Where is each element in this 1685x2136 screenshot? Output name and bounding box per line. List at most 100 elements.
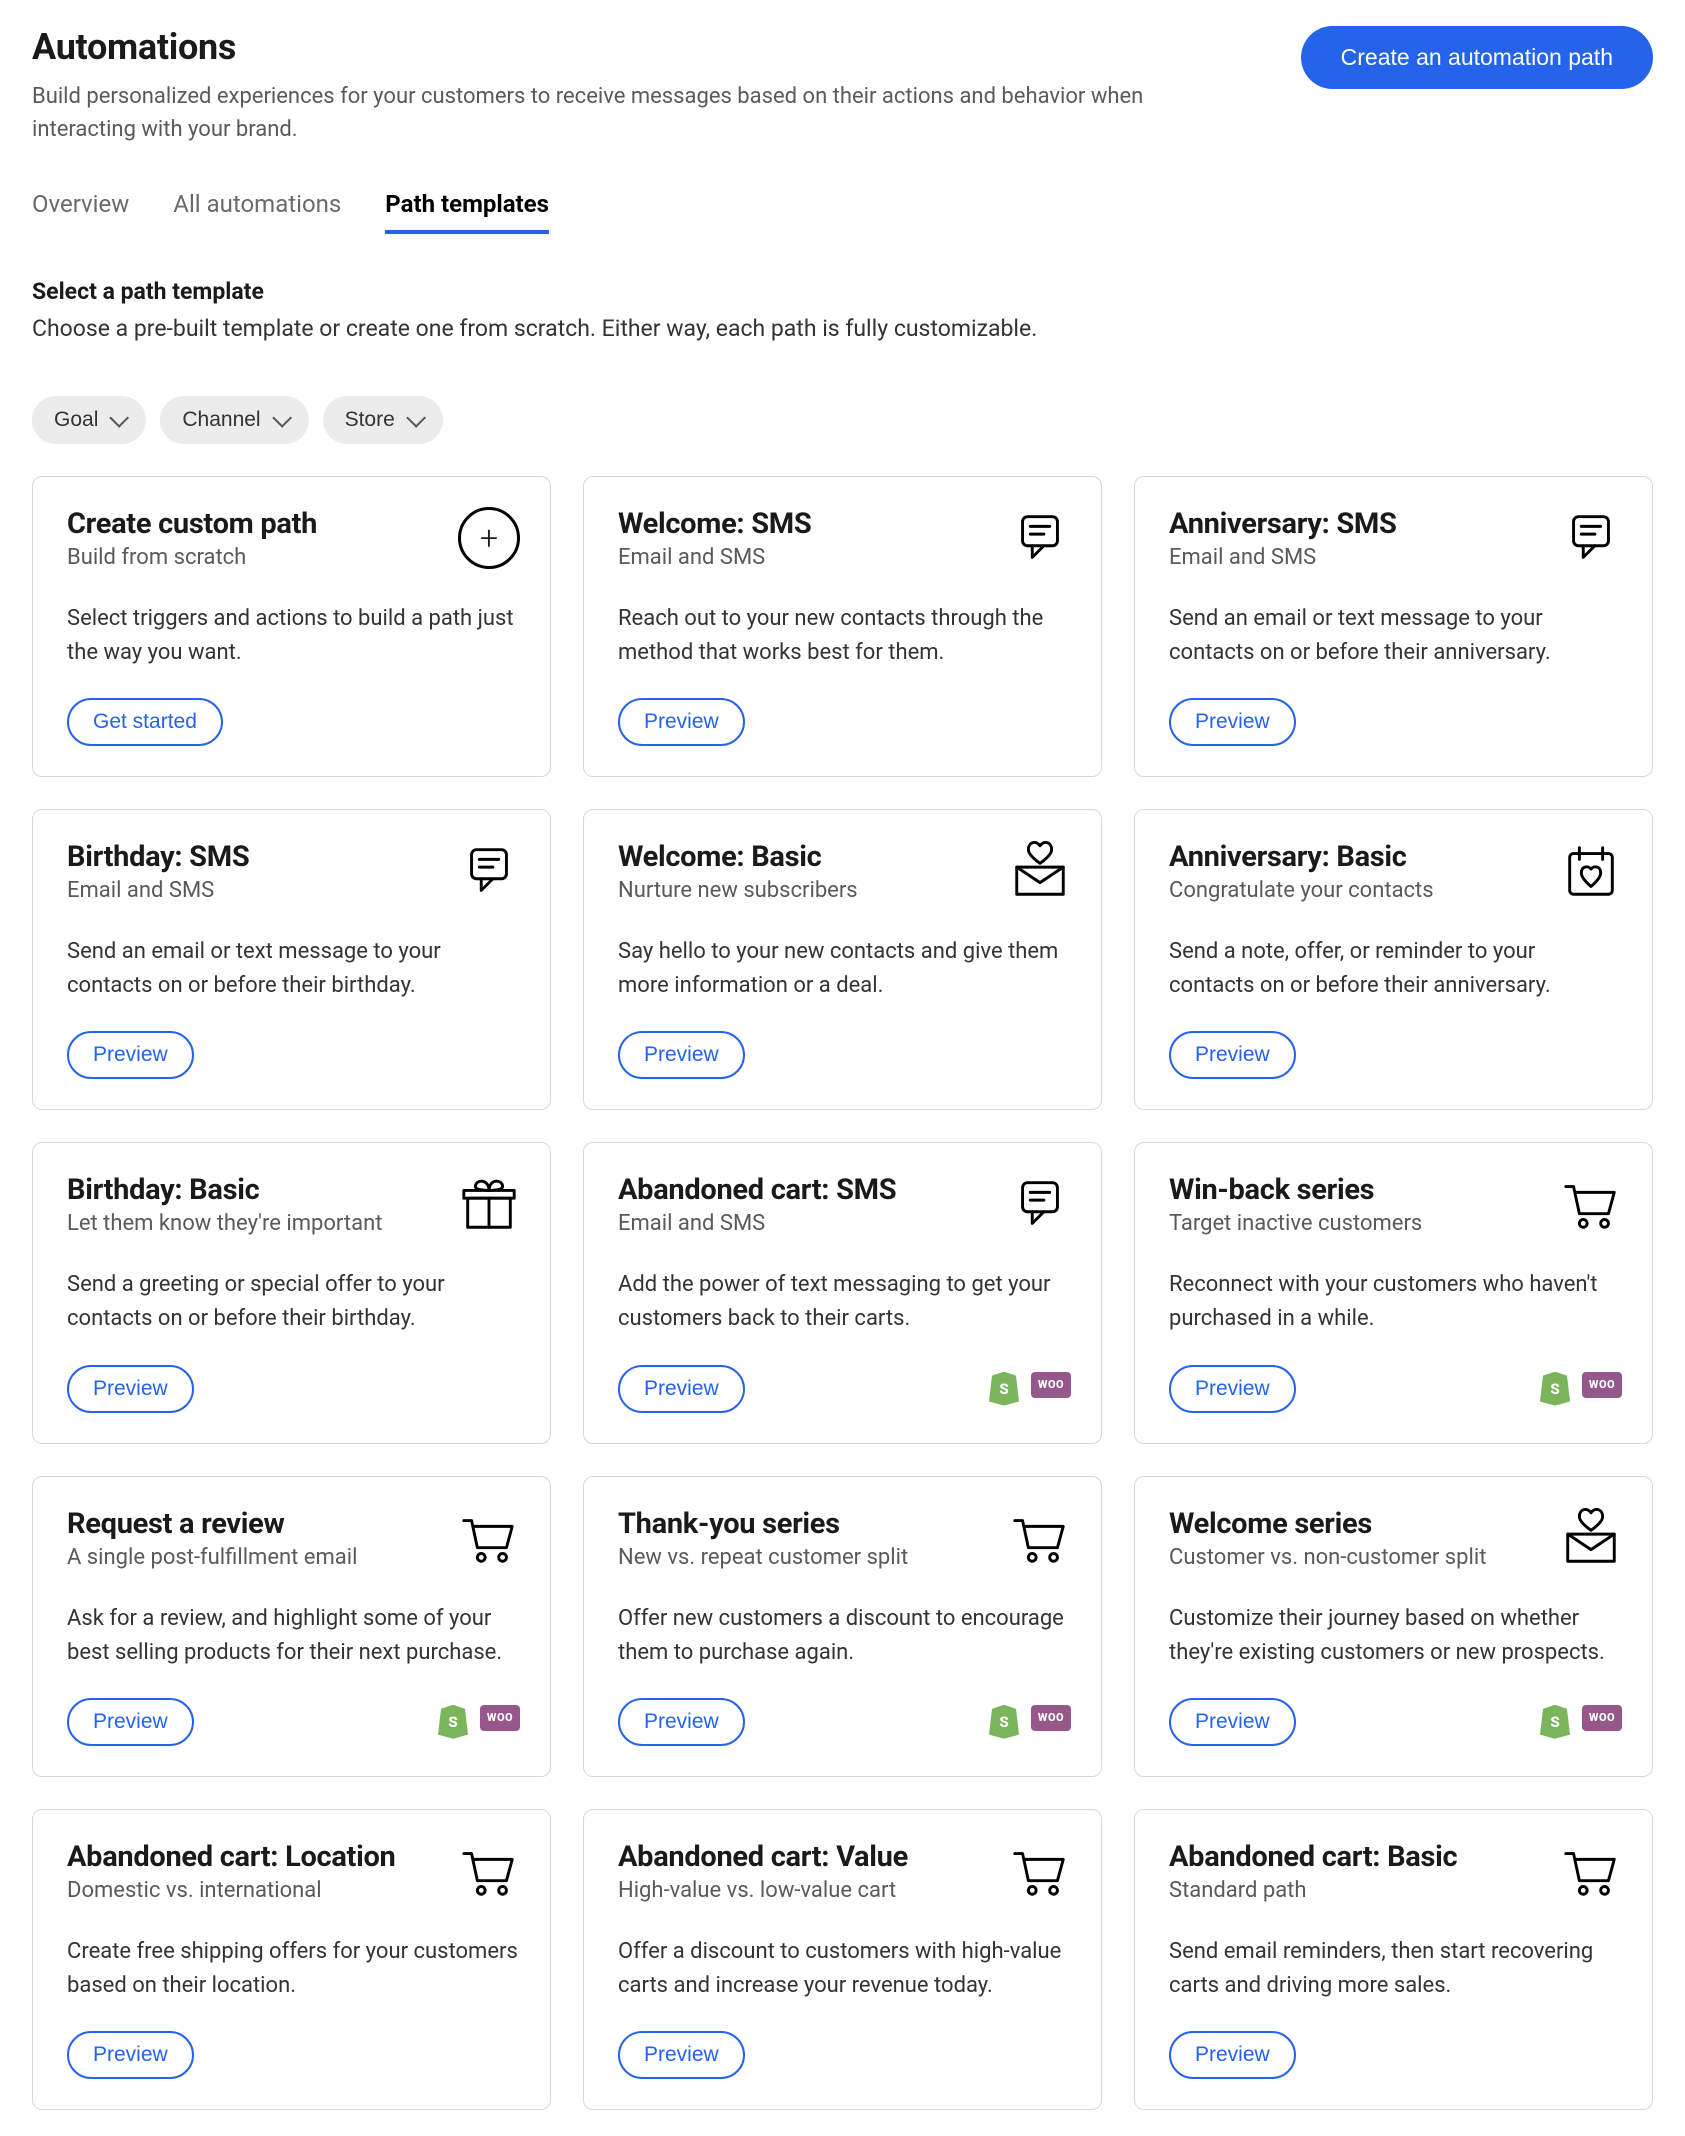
preview-button[interactable]: Preview [1169,698,1296,746]
card-desc: Offer new customers a discount to encour… [618,1602,1071,1670]
card-subtitle: A single post-fulfillment email [67,1545,357,1570]
shopify-badge-icon [989,1705,1019,1739]
card-title: Welcome: Basic [618,840,858,874]
template-card: Welcome seriesCustomer vs. non-customer … [1134,1476,1653,1777]
preview-button[interactable]: Preview [67,1698,194,1746]
card-desc: Customize their journey based on whether… [1169,1602,1622,1670]
filter-store[interactable]: Store [323,396,443,444]
card-title: Anniversary: SMS [1169,507,1397,541]
card-desc: Send an email or text message to your co… [1169,602,1622,670]
card-title: Welcome series [1169,1507,1486,1541]
template-card: Abandoned cart: Value High-value vs. low-… [583,1809,1102,2110]
template-card: Abandoned cart: LocationDomestic vs. int… [32,1809,551,2110]
get-started-button[interactable]: Get started [67,698,223,746]
preview-button[interactable]: Preview [1169,1698,1296,1746]
preview-button[interactable]: Preview [618,1031,745,1079]
card-title: Anniversary: Basic [1169,840,1434,874]
preview-button[interactable]: Preview [618,1365,745,1413]
page-subtitle: Build personalized experiences for your … [32,80,1182,146]
sms-icon [1009,1173,1071,1235]
chevron-down-icon [272,408,292,428]
card-title: Welcome: SMS [618,507,811,541]
integration-badges: WOO [1540,1372,1622,1406]
shopify-badge-icon [1540,1372,1570,1406]
preview-button[interactable]: Preview [618,2031,745,2079]
card-title: Birthday: SMS [67,840,249,874]
card-desc: Add the power of text messaging to get y… [618,1268,1071,1336]
card-subtitle: High-value vs. low-value cart [618,1878,908,1903]
card-subtitle: Standard path [1169,1878,1457,1903]
card-subtitle: New vs. repeat customer split [618,1545,908,1570]
filter-goal[interactable]: Goal [32,396,146,444]
template-card: Birthday: SMS Email and SMS Send an email … [32,809,551,1110]
card-desc: Send a note, offer, or reminder to your … [1169,935,1622,1003]
card-title: Abandoned cart: SMS [618,1173,896,1207]
filter-bar: Goal Channel Store [32,396,1653,444]
template-card: Abandoned cart: BasicStandard pathSend e… [1134,1809,1653,2110]
preview-button[interactable]: Preview [1169,2031,1296,2079]
chevron-down-icon [406,408,426,428]
cart-icon [458,1840,520,1902]
card-desc: Send a greeting or special offer to your… [67,1268,520,1336]
woo-badge-icon: WOO [1031,1372,1071,1398]
shopify-badge-icon [438,1705,468,1739]
cart-icon [1560,1840,1622,1902]
cart-icon [1009,1507,1071,1569]
template-card: Anniversary: Basic Congratulate your cont… [1134,809,1653,1110]
preview-button[interactable]: Preview [618,698,745,746]
integration-badges: WOO [989,1372,1071,1406]
template-card: Anniversary: SMSEmail and SMSSend an ema… [1134,476,1653,777]
card-title: Abandoned cart: Value [618,1840,908,1874]
heart-envelope-icon [1009,840,1071,902]
create-automation-button[interactable]: Create an automation path [1301,26,1653,89]
filter-channel[interactable]: Channel [160,396,308,444]
integration-badges: WOO [989,1705,1071,1739]
cart-icon [1560,1173,1622,1235]
card-desc: Send email reminders, then start recover… [1169,1935,1622,2003]
chevron-down-icon [110,408,130,428]
card-desc: Create free shipping offers for your cus… [67,1935,520,2003]
preview-button[interactable]: Preview [67,1365,194,1413]
filter-label: Store [345,408,395,432]
card-subtitle: Domestic vs. international [67,1878,395,1903]
template-card: Welcome: BasicNurture new subscribersSay… [583,809,1102,1110]
card-desc: Reach out to your new contacts through t… [618,602,1071,670]
template-card: Birthday: BasicLet them know they're imp… [32,1142,551,1443]
card-subtitle: Target inactive customers [1169,1211,1422,1236]
tab-all-automations[interactable]: All automations [173,190,341,234]
preview-button[interactable]: Preview [67,2031,194,2079]
card-subtitle: Build from scratch [67,545,317,570]
card-subtitle: Email and SMS [618,1211,896,1236]
filter-label: Goal [54,408,98,432]
card-subtitle: Congratulate your contacts [1169,878,1434,903]
heart-envelope-icon [1560,1507,1622,1569]
tab-overview[interactable]: Overview [32,190,129,234]
integration-badges: WOO [1540,1705,1622,1739]
template-card: Create custom pathBuild from scratch+Sel… [32,476,551,777]
woo-badge-icon: WOO [1582,1372,1622,1398]
sms-icon [1009,507,1071,569]
card-desc: Offer a discount to customers with high-… [618,1935,1071,2003]
preview-button[interactable]: Preview [618,1698,745,1746]
sms-icon [1560,507,1622,569]
template-card: Request a reviewA single post-fulfillmen… [32,1476,551,1777]
section-desc: Choose a pre-built template or create on… [32,315,1653,342]
woo-badge-icon: WOO [480,1705,520,1731]
heart-calendar-icon [1560,840,1622,902]
cart-icon [1009,1840,1071,1902]
woo-badge-icon: WOO [1031,1705,1071,1731]
template-card: Win-back seriesTarget inactive customers… [1134,1142,1653,1443]
cart-icon [458,1507,520,1569]
preview-button[interactable]: Preview [1169,1365,1296,1413]
card-desc: Send an email or text message to your co… [67,935,520,1003]
card-subtitle: Let them know they're important [67,1211,382,1236]
filter-label: Channel [182,408,260,432]
preview-button[interactable]: Preview [1169,1031,1296,1079]
tab-path-templates[interactable]: Path templates [385,190,549,234]
gift-icon [458,1173,520,1235]
preview-button[interactable]: Preview [67,1031,194,1079]
shopify-badge-icon [1540,1705,1570,1739]
woo-badge-icon: WOO [1582,1705,1622,1731]
card-subtitle: Email and SMS [67,878,249,903]
template-card: Welcome: SMSEmail and SMSReach out to yo… [583,476,1102,777]
